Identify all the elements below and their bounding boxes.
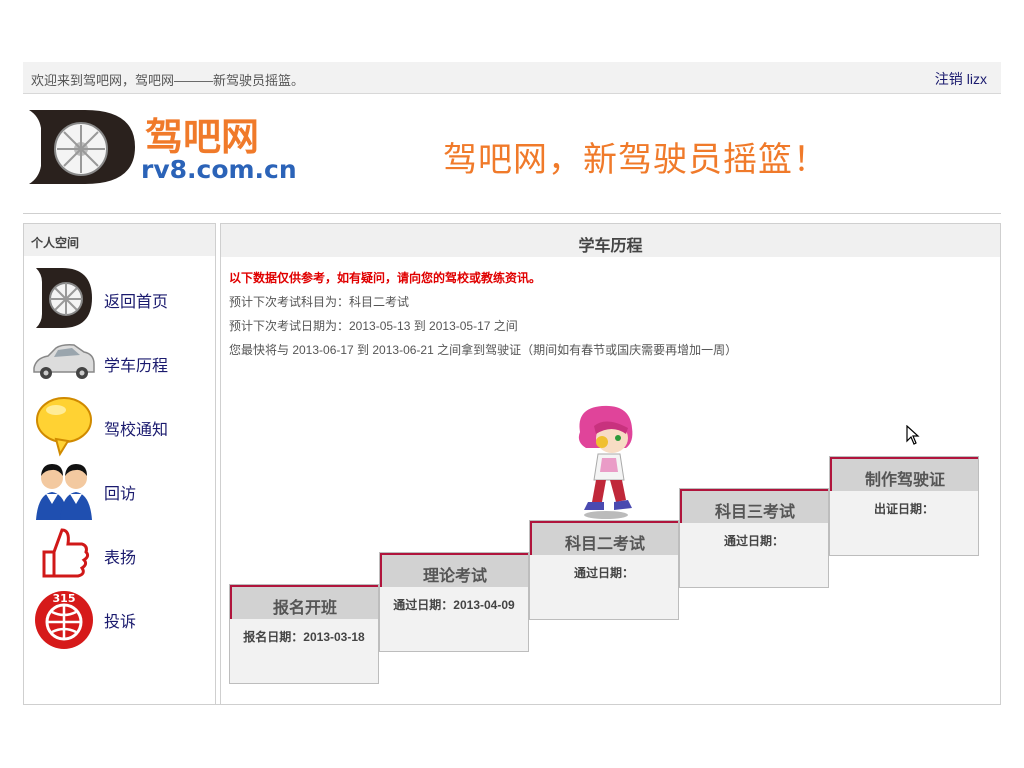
mouse-cursor-icon: [906, 425, 920, 445]
logo-domain: rv8.com.cn: [141, 155, 297, 184]
info-line-license-date: 您最快将与 2013-06-17 到 2013-06-21 之间拿到驾驶证（期间…: [229, 343, 738, 357]
step-enrollment: 报名开班 报名日期：2013-03-18: [229, 584, 379, 684]
sidebar-item-follow-up[interactable]: 回访: [30, 458, 205, 522]
step-date: 通过日期：: [573, 566, 634, 580]
site-logo[interactable]: 驾吧网 rv8.com.cn: [25, 106, 307, 188]
step-title: 理论考试: [380, 553, 528, 587]
step-subject-two: 科目二考试 通过日期：: [529, 520, 679, 620]
thumbs-up-icon: [42, 528, 90, 578]
sidebar-item-label: 返回首页: [104, 294, 169, 311]
sidebar-item-home[interactable]: 返回首页: [30, 266, 205, 330]
step-title: 科目三考试: [680, 489, 828, 523]
info-line-next-date: 预计下次考试日期为：2013-05-13 到 2013-05-17 之间: [229, 319, 518, 333]
sidebar-item-complaint[interactable]: 315 投诉: [30, 586, 205, 650]
step-subject-three: 科目三考试 通过日期：: [679, 488, 829, 588]
step-license-issue: 制作驾驶证 出证日期：: [829, 456, 979, 556]
speech-bubble-icon: [36, 397, 92, 457]
site-slogan: 驾吧网，新驾驶员摇篮！: [443, 141, 828, 179]
step-title: 报名开班: [230, 585, 378, 619]
step-date: 通过日期：2013-04-09: [393, 598, 515, 612]
sidebar-item-praise[interactable]: 表扬: [30, 522, 205, 586]
support-agents-icon: [36, 464, 92, 520]
sidebar-item-label: 回访: [104, 486, 137, 503]
step-date: 通过日期：: [723, 534, 784, 548]
step-date: 出证日期：: [873, 502, 934, 516]
panel-title: 学车历程: [221, 224, 1000, 257]
username: lizx: [966, 71, 987, 87]
315-badge-icon: 315: [35, 591, 93, 649]
site-header: 驾吧网 rv8.com.cn 驾吧网，新驾驶员摇篮！: [23, 96, 1001, 214]
step-theory-exam: 理论考试 通过日期：2013-04-09: [379, 552, 529, 652]
footer-divider: [23, 704, 1001, 705]
logo-text: 驾吧网: [145, 115, 259, 159]
sidebar-item-label: 投诉: [104, 614, 137, 631]
sidebar-item-label: 学车历程: [104, 358, 169, 375]
top-bar: 欢迎来到驾吧网，驾吧网———新驾驶员摇篮。 注销 lizx: [23, 62, 1001, 94]
welcome-text: 欢迎来到驾吧网，驾吧网———新驾驶员摇篮。: [31, 73, 305, 88]
step-title: 制作驾驶证: [830, 457, 978, 491]
sidebar-item-label: 驾校通知: [104, 422, 169, 439]
user-box: 注销 lizx: [935, 69, 987, 89]
svg-text:315: 315: [53, 592, 76, 605]
sidebar-item-label: 表扬: [104, 550, 137, 567]
logo-d-icon: [36, 268, 92, 328]
notice-text: 以下数据仅供参考，如有疑问，请向您的驾校或教练资讯。: [229, 271, 542, 285]
car-icon: [33, 344, 95, 379]
progress-character-icon: [578, 405, 633, 519]
step-date: 报名日期：2013-03-18: [243, 630, 365, 644]
sidebar-item-progress[interactable]: 学车历程: [30, 330, 205, 394]
step-title: 科目二考试: [530, 521, 678, 555]
logout-link[interactable]: 注销: [935, 71, 963, 87]
sidebar: 个人空间 返回首页 学车历程 驾校通知 回访 表扬 315 投诉: [23, 223, 216, 705]
sidebar-item-school-notice[interactable]: 驾校通知: [30, 394, 205, 458]
sidebar-title: 个人空间: [24, 224, 215, 256]
info-line-next-subject: 预计下次考试科目为：科目二考试: [229, 295, 410, 309]
